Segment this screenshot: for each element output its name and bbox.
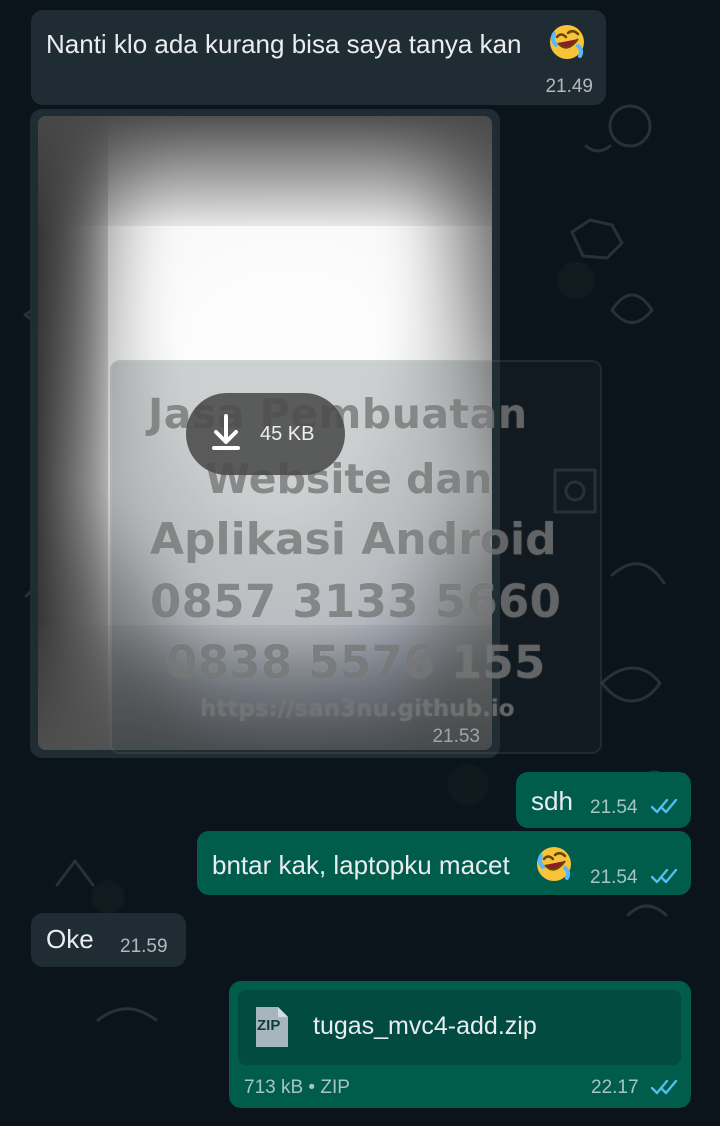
incoming-message-bubble[interactable]: Oke 21.59 — [31, 913, 186, 967]
watermark-line-3: Aplikasi Android — [150, 514, 557, 565]
message-time: 21.49 — [545, 76, 593, 97]
outgoing-message-bubble[interactable]: sdh 21.54 — [516, 772, 691, 828]
incoming-message-bubble[interactable]: Nanti klo ada kurang bisa saya tanya kan… — [31, 10, 606, 105]
message-time: 21.59 — [120, 936, 168, 957]
file-meta: 713 kB • ZIP — [244, 1077, 350, 1098]
message-text: sdh — [531, 786, 573, 816]
read-receipt-icon — [651, 1079, 678, 1095]
watermark-line-4: 0857 3133 5660 — [150, 575, 562, 628]
outgoing-file-message[interactable]: ZIP tugas_mvc4-add.zip 713 kB • ZIP 22.1… — [229, 981, 691, 1108]
download-icon — [212, 414, 240, 450]
message-text: Nanti klo ada kurang bisa saya tanya kan — [46, 29, 522, 59]
file-attachment[interactable]: ZIP tugas_mvc4-add.zip — [238, 990, 681, 1065]
file-name: tugas_mvc4-add.zip — [313, 1012, 537, 1040]
message-text: Oke — [46, 924, 94, 954]
message-text: bntar kak, laptopku macet — [212, 850, 510, 880]
read-receipt-icon — [651, 868, 678, 884]
zip-file-label: ZIP — [257, 1017, 281, 1034]
outgoing-message-bubble[interactable]: bntar kak, laptopku macet 21.54 — [197, 831, 691, 895]
message-time: 21.54 — [590, 867, 638, 888]
image-download-button[interactable]: 45 KB — [186, 393, 345, 475]
image-shadow-top — [38, 116, 492, 226]
message-time: 21.54 — [590, 797, 638, 818]
read-receipt-icon — [651, 798, 678, 814]
watermark-line-6: https://san3nu.github.io — [200, 696, 515, 722]
message-time: 22.17 — [591, 1077, 639, 1098]
rolling-on-the-floor-laughing-icon — [534, 844, 574, 884]
rolling-on-the-floor-laughing-icon — [547, 22, 587, 62]
download-size: 45 KB — [260, 423, 315, 445]
watermark-line-5: 0838 5576 155 — [166, 636, 546, 689]
